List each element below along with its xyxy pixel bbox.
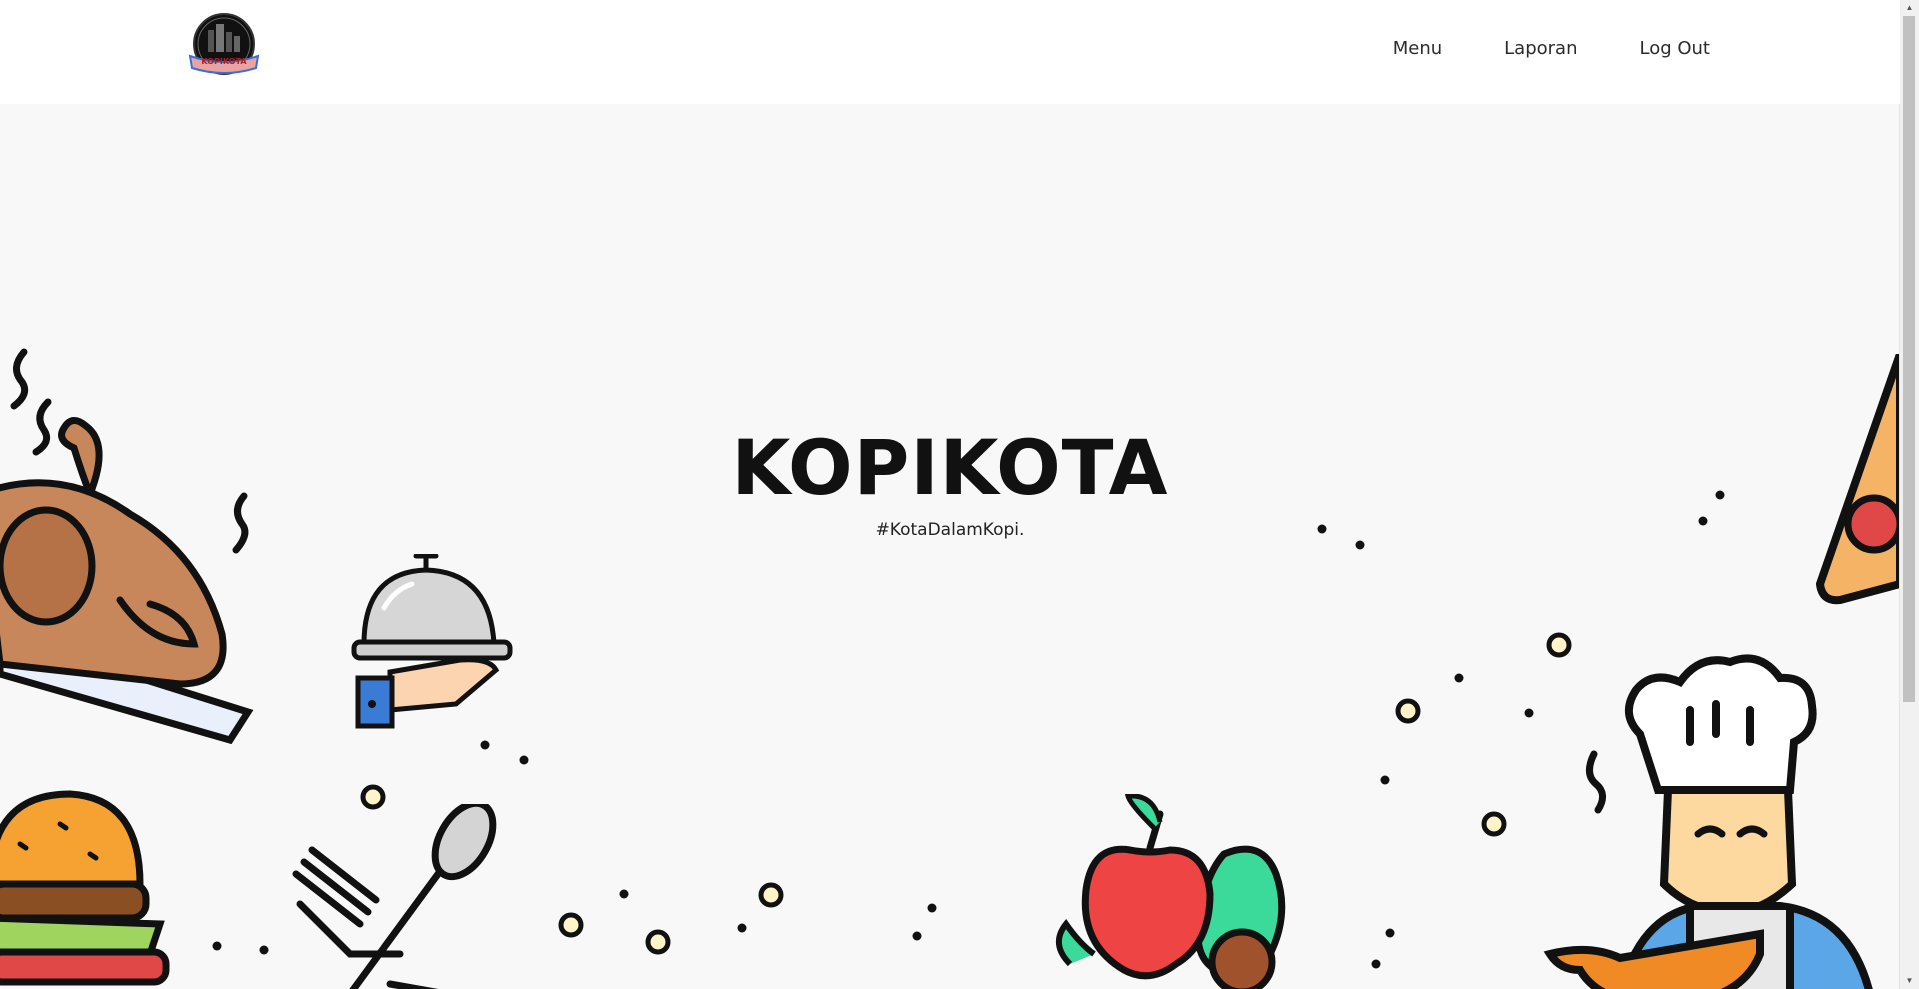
scroll-down-arrow-icon[interactable]: ▼ — [1900, 973, 1919, 989]
scrollbar-thumb[interactable] — [1903, 16, 1915, 702]
nav-link-laporan[interactable]: Laporan — [1504, 38, 1577, 59]
decorative-dots — [212, 490, 1725, 969]
nav-link-menu[interactable]: Menu — [1393, 38, 1442, 59]
svg-text:KOPIKOTA: KOPIKOTA — [201, 57, 247, 66]
hero-section: KOPIKOTA #KotaDalamKopi. — [0, 104, 1900, 989]
brand-logo[interactable]: KOPIKOTA — [186, 12, 262, 80]
nav-link-logout[interactable]: Log Out — [1639, 38, 1710, 59]
navbar: KOPIKOTA Menu Laporan Log Out — [0, 0, 1900, 104]
main-nav: Menu Laporan Log Out — [1331, 38, 1710, 59]
scroll-up-arrow-icon[interactable]: ▲ — [1900, 0, 1919, 16]
page-scrollbar[interactable]: ▲ ▼ — [1899, 0, 1919, 989]
kopikota-logo-icon: KOPIKOTA — [188, 13, 260, 75]
